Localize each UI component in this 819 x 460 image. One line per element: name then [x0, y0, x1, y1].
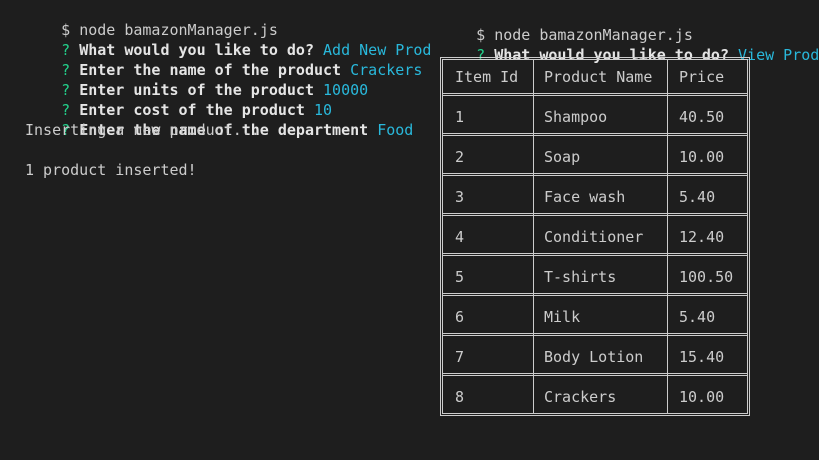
table-cell-id: 3 [455, 188, 465, 206]
table-cell-name: Body Lotion [544, 348, 644, 366]
table-cell-name: Conditioner [544, 228, 644, 246]
column-divider [533, 60, 534, 413]
right-terminal-pane[interactable]: $ node bamazonManager.js ? What would yo… [432, 0, 819, 460]
table-cell-id: 2 [455, 148, 465, 166]
table-cell-id: 8 [455, 388, 465, 406]
row-divider [443, 173, 747, 176]
table-cell-price: 5.40 [679, 308, 716, 326]
row-divider [443, 293, 747, 296]
table-cell-name: T-shirts [544, 268, 617, 286]
prompt-line: ? Enter cost of the product 10 [25, 80, 332, 119]
table-cell-price: 40.50 [679, 108, 725, 126]
output-line: Inserting a new product... [25, 121, 260, 139]
table-cell-price: 15.40 [679, 348, 725, 366]
table-cell-id: 6 [455, 308, 465, 326]
prompt-answer: View Products [738, 46, 819, 64]
command-line: $ node bamazonManager.js [25, 0, 278, 39]
table-cell-price: 100.50 [679, 268, 734, 286]
prompt-line: ? What would you like to do? View Produc… [440, 25, 819, 64]
table-cell-price: 10.00 [679, 388, 725, 406]
table-cell-name: Crackers [544, 388, 617, 406]
row-divider [443, 373, 747, 376]
table-header-item-id: Item Id [455, 68, 519, 86]
prompt-line: ? What would you like to do? Add New Pro… [25, 20, 458, 59]
table-cell-name: Shampoo [544, 108, 608, 126]
command-line: $ node bamazonManager.js [440, 5, 693, 44]
table-header-product-name: Product Name [544, 68, 653, 86]
table-cell-price: 12.40 [679, 228, 725, 246]
column-divider [667, 60, 668, 413]
products-table: Item Id Product Name Price 1 Shampoo 40.… [440, 57, 750, 416]
table-cell-id: 4 [455, 228, 465, 246]
table-cell-name: Soap [544, 148, 581, 166]
table-cell-id: 5 [455, 268, 465, 286]
left-terminal-pane[interactable]: $ node bamazonManager.js ? What would yo… [0, 0, 459, 460]
row-divider [443, 333, 747, 336]
output-line: 1 product inserted! [25, 161, 197, 179]
row-divider [443, 93, 747, 96]
table-cell-id: 1 [455, 108, 465, 126]
row-divider [443, 253, 747, 256]
table-header-price: Price [679, 68, 725, 86]
table-cell-id: 7 [455, 348, 465, 366]
table-cell-price: 5.40 [679, 188, 716, 206]
table-cell-price: 10.00 [679, 148, 725, 166]
table-cell-name: Milk [544, 308, 581, 326]
table-cell-name: Face wash [544, 188, 626, 206]
prompt-line: ? Enter the name of the department Food [25, 100, 413, 139]
prompt-line: ? Enter units of the product 10000 [25, 60, 368, 99]
prompt-answer: Food [377, 121, 414, 139]
row-divider [443, 213, 747, 216]
row-divider [443, 133, 747, 136]
prompt-line: ? Enter the name of the product Crackers [25, 40, 422, 79]
